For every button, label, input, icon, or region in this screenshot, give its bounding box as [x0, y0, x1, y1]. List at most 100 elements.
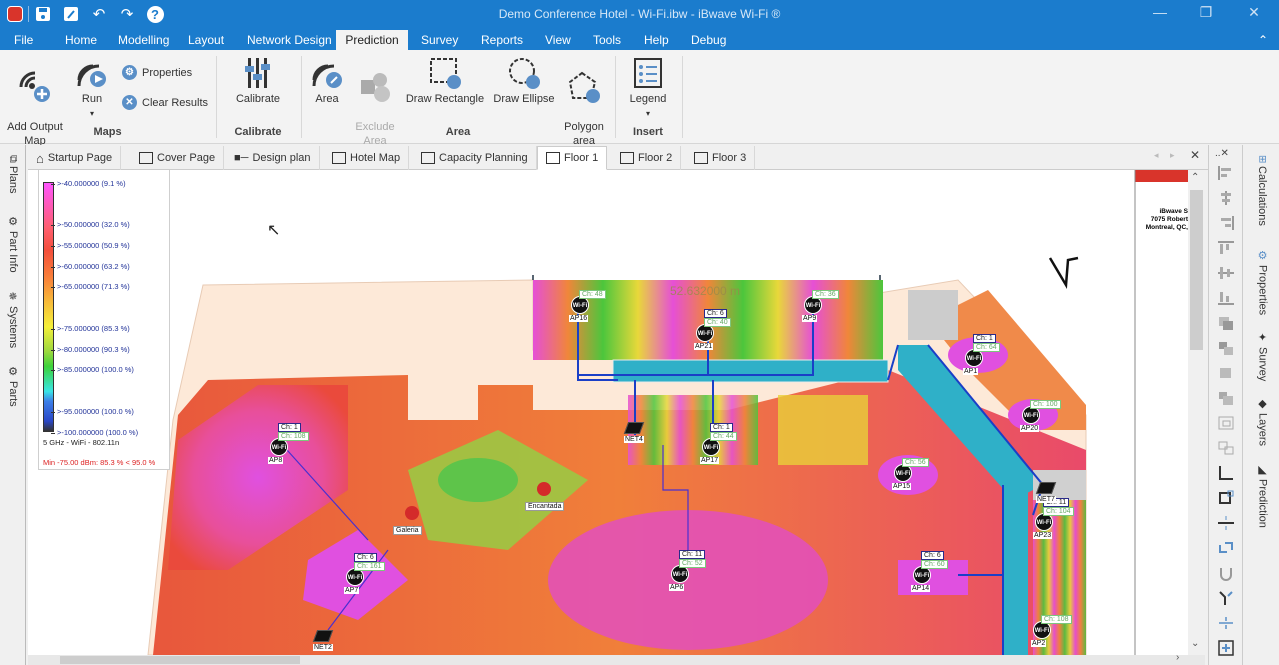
network-switch[interactable]: NET7 — [1035, 482, 1057, 503]
ungroup-icon[interactable] — [1217, 440, 1235, 456]
mouse-cursor-icon: ↖ — [267, 222, 281, 239]
menu-debug[interactable]: Debug — [685, 30, 732, 50]
add-point-icon[interactable] — [1217, 640, 1235, 656]
panel-tab-survey[interactable]: ✦ Survey — [1256, 331, 1269, 381]
tab-capacity-planning[interactable]: Capacity Planning — [413, 146, 537, 170]
area-button[interactable]: Area — [310, 56, 344, 106]
orthogonal-icon[interactable] — [1217, 465, 1235, 481]
send-back-icon[interactable] — [1217, 340, 1235, 356]
horizontal-scrollbar[interactable]: › — [28, 652, 1205, 665]
menu-help[interactable]: Help — [638, 30, 675, 50]
send-backward-icon[interactable] — [1217, 390, 1235, 406]
draw-ellipse-button[interactable]: Draw Ellipse — [492, 56, 556, 106]
scroll-down-icon[interactable]: ⌄ — [1191, 638, 1199, 649]
toolbar-options-icon[interactable]: ..✕ — [1215, 148, 1229, 159]
scroll-up-icon[interactable]: ⌃ — [1191, 172, 1199, 183]
menu-survey[interactable]: Survey — [415, 30, 464, 50]
align-bottom-icon[interactable] — [1217, 290, 1235, 306]
run-button[interactable]: Run ▾ — [72, 56, 112, 121]
part-info-icon: ⚙ — [6, 215, 19, 228]
run-icon — [77, 64, 106, 87]
panel-tab-prediction[interactable]: ◣ Prediction — [1256, 463, 1269, 528]
tab-scroll-left-icon[interactable]: ◂ — [1154, 150, 1159, 161]
tab-startup-page[interactable]: ⌂ Startup Page — [28, 146, 122, 170]
access-point[interactable]: Wi-Fi Ch: 1 Ch: 44 AP17 — [700, 423, 737, 464]
network-switch[interactable]: NET2 — [312, 630, 334, 651]
restore-button[interactable]: ❐ — [1186, 4, 1226, 24]
align-top-icon[interactable] — [1217, 240, 1235, 256]
tab-floor-3[interactable]: Floor 3 — [686, 146, 756, 170]
panel-tab-calculations[interactable]: ⊞ Calculations — [1256, 155, 1268, 226]
scroll-right-icon[interactable]: › — [1176, 652, 1179, 663]
snap-icon[interactable] — [1217, 540, 1235, 556]
panel-tab-properties[interactable]: ⚙ Properties — [1256, 249, 1269, 315]
scrollbar-thumb[interactable] — [1190, 190, 1203, 350]
network-switch[interactable]: NET4 — [623, 422, 645, 443]
panel-tab-part-info[interactable]: ⚙ Part Info — [3, 215, 23, 273]
tab-scroll-right-icon[interactable]: ▸ — [1170, 150, 1175, 161]
access-point[interactable]: Wi-Fi Ch: 11 Ch: 104 AP23 — [1033, 498, 1074, 539]
align-center-icon[interactable] — [1217, 190, 1235, 206]
group-icon[interactable] — [1217, 415, 1235, 431]
add-output-map-button[interactable]: Add Output Map — [4, 56, 66, 148]
group-separator — [301, 56, 302, 138]
scrollbar-thumb[interactable] — [60, 656, 300, 664]
prediction-legend[interactable]: >-40.000000 (9.1 %) >-50.000000 (32.0 %)… — [38, 170, 170, 470]
menu-view[interactable]: View — [539, 30, 577, 50]
panel-tab-plans[interactable]: ⧉ Plans — [3, 155, 23, 193]
run-dropdown-icon[interactable]: ▾ — [90, 109, 94, 118]
tab-floor-2[interactable]: Floor 2 — [612, 146, 682, 170]
window-title: Demo Conference Hotel - Wi-Fi.ibw - iBwa… — [498, 7, 781, 21]
align-right-icon[interactable] — [1217, 215, 1235, 231]
bring-forward-icon[interactable] — [1217, 365, 1235, 381]
floor-plan-canvas[interactable]: 52.632000 m iBwave S 7075 Robert Montrea… — [28, 170, 1188, 655]
menu-layout[interactable]: Layout — [182, 30, 230, 50]
collapse-ribbon-icon[interactable]: ⌃ — [1252, 30, 1274, 50]
align-left-icon[interactable] — [1217, 165, 1235, 181]
room-pin[interactable]: Galeria — [393, 506, 422, 535]
access-point[interactable]: Wi-Fi Ch: 108 AP2 — [1031, 615, 1072, 647]
panel-tab-parts[interactable]: ⚙ Parts — [3, 365, 23, 407]
tab-design-plan[interactable]: ■─ Design plan — [226, 146, 320, 170]
draw-rectangle-button[interactable]: Draw Rectangle — [404, 56, 486, 106]
close-tab-icon[interactable]: ✕ — [1190, 148, 1200, 162]
menu-modelling[interactable]: Modelling — [112, 30, 175, 50]
panel-tab-layers[interactable]: ◆ Layers — [1256, 397, 1269, 446]
resize-icon[interactable] — [1217, 490, 1235, 506]
access-point[interactable]: Wi-Fi Ch: 6 Ch: 60 AP14 — [911, 551, 948, 592]
close-button[interactable]: ✕ — [1234, 4, 1274, 24]
properties-button[interactable]: ⚙ Properties — [122, 65, 192, 80]
access-point[interactable]: Wi-Fi Ch: 11 Ch: 52 AP6 — [669, 550, 706, 591]
panel-tab-systems[interactable]: ✵ Systems — [3, 290, 23, 348]
menu-file[interactable]: File — [8, 30, 39, 50]
access-point[interactable]: Wi-Fi Ch: 6 Ch: 40 AP21 — [694, 309, 731, 350]
room-pin[interactable]: Encantada — [525, 482, 565, 511]
legend-button[interactable]: Legend ▾ — [626, 56, 670, 121]
access-point[interactable]: Wi-Fi Ch: 100 AP20 — [1020, 400, 1061, 432]
explode-icon[interactable] — [1217, 615, 1235, 631]
access-point[interactable]: Wi-Fi Ch: 1 Ch: 108 AP8 — [268, 423, 309, 464]
magnet-icon[interactable] — [1217, 565, 1235, 581]
bring-front-icon[interactable] — [1217, 315, 1235, 331]
access-point[interactable]: Wi-Fi Ch: 36 AP9 — [802, 290, 839, 322]
minimize-button[interactable]: — — [1140, 4, 1180, 24]
vertical-scrollbar[interactable]: ⌃ ⌄ — [1188, 170, 1205, 655]
calibrate-button[interactable]: Calibrate — [232, 56, 284, 106]
access-point[interactable]: Wi-Fi Ch: 1 Ch: 64 AP1 — [963, 334, 1000, 375]
access-point[interactable]: Wi-Fi Ch: 6 Ch: 161 AP7 — [344, 553, 385, 594]
clear-results-button[interactable]: ✕ Clear Results — [122, 95, 208, 110]
access-point[interactable]: Wi-Fi Ch: 48 AP16 — [569, 290, 606, 322]
tab-cover-page[interactable]: Cover Page — [131, 146, 225, 170]
tab-hotel-map[interactable]: Hotel Map — [324, 146, 410, 170]
menu-reports[interactable]: Reports — [475, 30, 529, 50]
distribute-icon[interactable] — [1217, 515, 1235, 531]
menu-prediction[interactable]: Prediction — [336, 30, 408, 50]
connector-icon[interactable] — [1217, 590, 1235, 606]
align-middle-icon[interactable] — [1217, 265, 1235, 281]
menu-home[interactable]: Home — [59, 30, 103, 50]
legend-dropdown-icon[interactable]: ▾ — [646, 109, 650, 118]
menu-network-design[interactable]: Network Design — [241, 30, 338, 50]
tab-floor-1[interactable]: Floor 1 — [537, 146, 608, 170]
access-point[interactable]: Wi-Fi Ch: 56 AP15 — [892, 458, 929, 490]
menu-tools[interactable]: Tools — [587, 30, 627, 50]
